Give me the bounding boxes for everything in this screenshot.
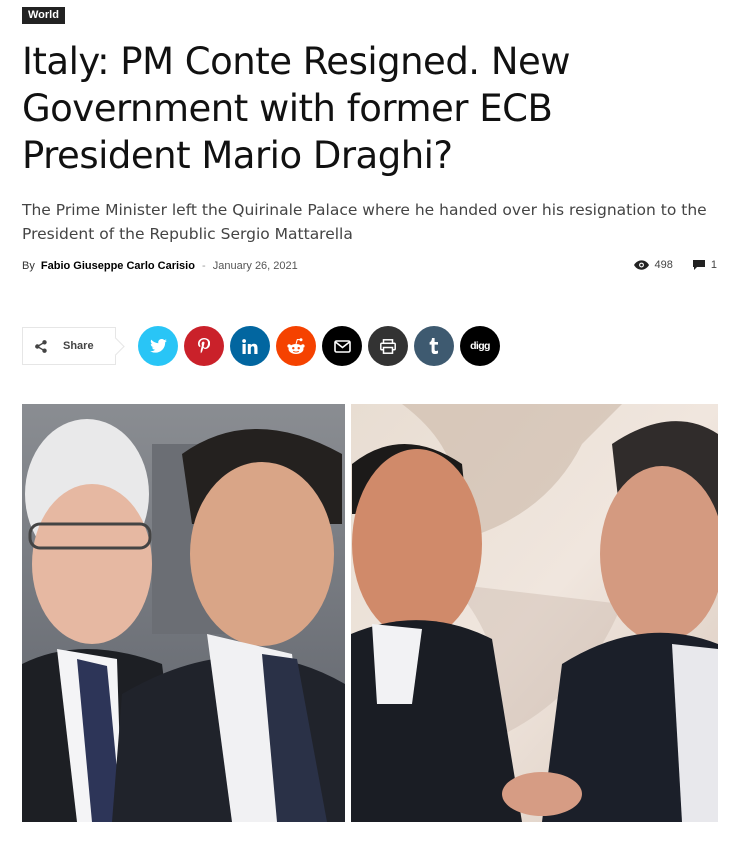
- digg-icon: digg: [470, 340, 491, 352]
- social-share-buttons: digg: [138, 326, 500, 366]
- by-label: By: [22, 260, 35, 272]
- comment-icon[interactable]: [692, 260, 705, 270]
- tumblr-icon: [429, 338, 438, 354]
- view-count: 498: [654, 259, 673, 271]
- article-subtitle: The Prime Minister left the Quirinale Pa…: [22, 201, 707, 243]
- share-label: Share: [63, 340, 94, 352]
- eye-icon: [633, 260, 649, 270]
- email-share-button[interactable]: [322, 326, 362, 366]
- article-meta: By Fabio Giuseppe Carlo Carisio - Januar…: [22, 260, 298, 272]
- comment-count[interactable]: 1: [711, 259, 717, 271]
- pinterest-share-button[interactable]: [184, 326, 224, 366]
- linkedin-icon: [242, 338, 258, 354]
- share-icon: [35, 339, 47, 353]
- tumblr-share-button[interactable]: [414, 326, 454, 366]
- twitter-icon: [149, 339, 167, 353]
- digg-share-button[interactable]: digg: [460, 326, 500, 366]
- linkedin-share-button[interactable]: [230, 326, 270, 366]
- article-title: Italy: PM Conte Resigned. New Government…: [22, 40, 571, 177]
- twitter-share-button[interactable]: [138, 326, 178, 366]
- share-box[interactable]: Share: [22, 327, 116, 365]
- article-stats: 498 1: [633, 259, 717, 271]
- meta-separator: -: [202, 260, 206, 272]
- print-button[interactable]: [368, 326, 408, 366]
- reddit-icon: [287, 337, 305, 354]
- printer-icon: [380, 338, 396, 354]
- category-badge[interactable]: World: [22, 7, 65, 24]
- reddit-share-button[interactable]: [276, 326, 316, 366]
- publish-date: January 26, 2021: [212, 260, 298, 272]
- envelope-icon: [333, 339, 351, 353]
- pinterest-icon: [198, 338, 210, 354]
- article-photo: [22, 404, 718, 822]
- svg-text:digg: digg: [470, 340, 490, 352]
- author-link[interactable]: Fabio Giuseppe Carlo Carisio: [41, 260, 195, 272]
